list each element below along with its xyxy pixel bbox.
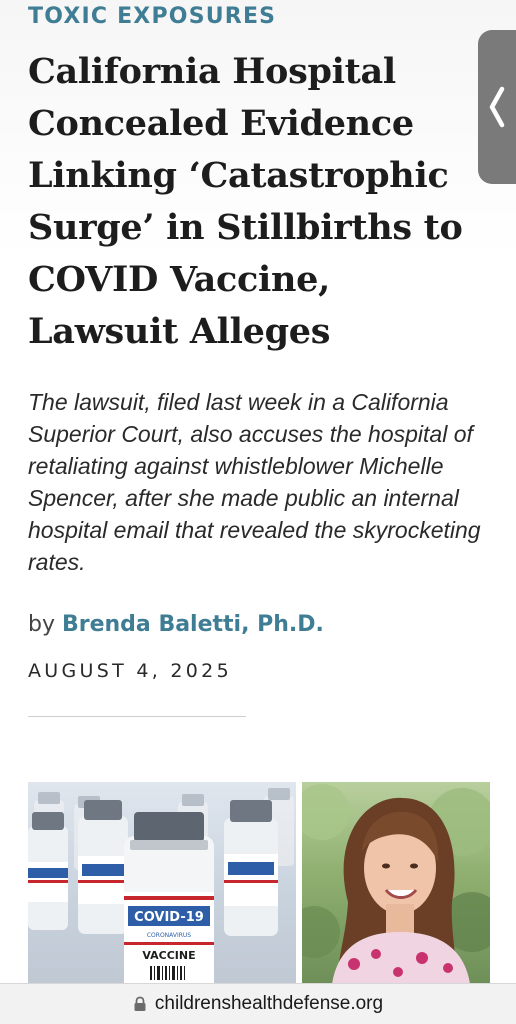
side-drawer-tab[interactable] [478,30,516,184]
publish-date: AUGUST 4, 2025 [28,660,232,682]
chevron-left-icon [489,86,505,128]
vaccine-label-sub: CORONAVIRUS [147,932,191,939]
article-dek: The lawsuit, filed last week in a Califo… [28,389,481,575]
article-headline: California Hospital Concealed Evidence L… [28,51,463,352]
category-label[interactable]: TOXIC EXPOSURES [28,0,488,32]
article-images: COVID-19 CORONAVIRUS VACCINE [28,782,490,984]
author-portrait-image [302,782,490,984]
byline-prefix: by [28,612,55,637]
author-link[interactable]: Brenda Baletti, Ph.D. [62,612,324,637]
vaccine-label-main: VACCINE [142,949,195,962]
byline: by Brenda Baletti, Ph.D. [28,610,488,640]
portrait-illustration [302,784,490,984]
vaccine-vials-image: COVID-19 CORONAVIRUS VACCINE [28,782,296,984]
article: TOXIC EXPOSURES California Hospital Conc… [28,0,488,717]
vaccine-label-top: COVID-19 [134,910,204,925]
divider [28,716,246,717]
lock-icon [134,996,146,1011]
url-text: childrenshealthdefense.org [154,993,384,1014]
vaccine-vials-illustration: COVID-19 CORONAVIRUS VACCINE [28,788,294,984]
browser-url-bar[interactable]: childrenshealthdefense.org [0,983,516,1024]
